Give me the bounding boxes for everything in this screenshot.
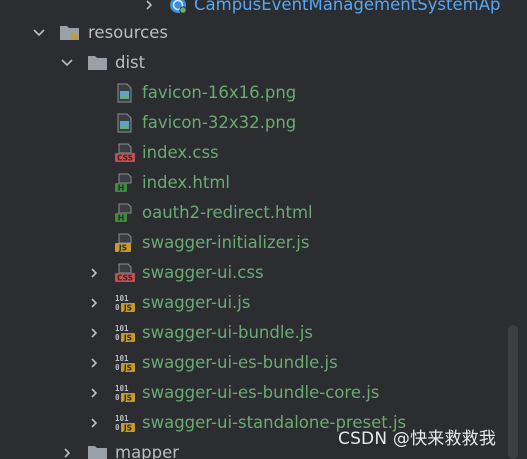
- chevron-right-icon[interactable]: [84, 288, 104, 318]
- tree-item-favicon-16[interactable]: favicon-16x16.png: [0, 78, 510, 108]
- css-file-icon: CSS: [114, 263, 135, 283]
- chevron-right-icon[interactable]: [84, 408, 104, 438]
- svg-text:H: H: [118, 214, 125, 223]
- svg-text:101: 101: [115, 294, 129, 303]
- binary-js-file-icon: 101 0 JS: [114, 323, 135, 343]
- tree-item-swagger-ui-js[interactable]: 101 0 JS swagger-ui.js: [0, 288, 510, 318]
- svg-text:JS: JS: [123, 394, 132, 403]
- svg-text:101: 101: [115, 384, 129, 393]
- svg-text:0: 0: [115, 393, 120, 402]
- chevron-right-icon[interactable]: [84, 318, 104, 348]
- image-file-icon: [114, 83, 134, 103]
- binary-js-file-icon: 101 0 JS: [114, 293, 135, 313]
- image-file-icon: [114, 113, 134, 133]
- tree-item-dist[interactable]: dist: [0, 48, 510, 78]
- chevron-right-icon[interactable]: [84, 378, 104, 408]
- svg-text:JS: JS: [123, 424, 132, 433]
- tree-item-label: swagger-ui-es-bundle-core.js: [142, 383, 380, 402]
- binary-js-file-icon: 101 0 JS: [114, 383, 135, 403]
- chevron-right-icon[interactable]: [84, 258, 104, 288]
- tree-item-oauth2-redirect[interactable]: H oauth2-redirect.html: [0, 198, 510, 228]
- svg-text:H: H: [118, 184, 125, 193]
- resources-folder-icon: [59, 23, 79, 43]
- html-file-icon: H: [114, 203, 134, 223]
- chevron-down-icon[interactable]: [29, 18, 49, 48]
- css-file-icon: CSS: [114, 143, 135, 163]
- tree-item-label: favicon-32x32.png: [142, 113, 297, 132]
- svg-text:101: 101: [115, 324, 129, 333]
- tree-item-label: swagger-ui.css: [142, 263, 264, 282]
- tree-item-label: index.html: [142, 173, 230, 192]
- svg-text:CSS: CSS: [117, 154, 133, 163]
- html-file-icon: H: [114, 173, 134, 193]
- chevron-right-icon[interactable]: [139, 0, 159, 20]
- binary-js-file-icon: 101 0 JS: [114, 353, 135, 373]
- tree-item-swagger-ui-css[interactable]: CSS swagger-ui.css: [0, 258, 510, 288]
- tree-item-label: mapper: [115, 443, 180, 459]
- tree-item-favicon-32[interactable]: favicon-32x32.png: [0, 108, 510, 138]
- spring-app-icon: [168, 0, 188, 15]
- tree-item-label: CampusEventManagementSystemAp: [194, 0, 501, 14]
- tree-item-label: oauth2-redirect.html: [142, 203, 313, 222]
- folder-icon: [87, 443, 107, 459]
- svg-text:JS: JS: [118, 244, 127, 253]
- project-tree: CampusEventManagementSystemAp resources …: [0, 0, 527, 459]
- tree-item-index-css[interactable]: CSS index.css: [0, 138, 510, 168]
- tree-item-campus-app[interactable]: CampusEventManagementSystemAp: [0, 0, 510, 20]
- svg-text:0: 0: [115, 303, 120, 312]
- js-file-icon: JS: [114, 233, 134, 253]
- tree-item-swagger-initializer[interactable]: JS swagger-initializer.js: [0, 228, 510, 258]
- tree-item-label: favicon-16x16.png: [142, 83, 297, 102]
- chevron-right-icon[interactable]: [84, 348, 104, 378]
- svg-text:0: 0: [115, 333, 120, 342]
- svg-text:101: 101: [115, 414, 129, 423]
- tree-item-label: swagger-ui-es-bundle.js: [142, 353, 338, 372]
- svg-text:JS: JS: [123, 334, 132, 343]
- tree-item-label: swagger-ui-bundle.js: [142, 323, 314, 342]
- tree-item-swagger-ui-es-bundle-core[interactable]: 101 0 JS swagger-ui-es-bundle-core.js: [0, 378, 510, 408]
- folder-icon: [87, 53, 107, 73]
- svg-text:101: 101: [115, 354, 129, 363]
- tree-item-index-html[interactable]: H index.html: [0, 168, 510, 198]
- tree-item-label: swagger-ui.js: [142, 293, 251, 312]
- tree-item-label: index.css: [142, 143, 219, 162]
- tree-item-label: dist: [115, 53, 146, 72]
- svg-text:CSS: CSS: [117, 274, 133, 283]
- svg-text:JS: JS: [123, 304, 132, 313]
- binary-js-file-icon: 101 0 JS: [114, 413, 135, 433]
- scrollbar-thumb[interactable]: [508, 325, 518, 459]
- tree-item-resources[interactable]: resources: [0, 18, 510, 48]
- svg-text:0: 0: [115, 423, 120, 432]
- tree-item-swagger-ui-bundle[interactable]: 101 0 JS swagger-ui-bundle.js: [0, 318, 510, 348]
- csdn-watermark: CSDN @快来救救我: [338, 429, 497, 449]
- tree-item-label: resources: [88, 23, 168, 42]
- chevron-down-icon[interactable]: [57, 48, 77, 78]
- chevron-right-icon[interactable]: [57, 438, 77, 459]
- tree-item-label: swagger-initializer.js: [142, 233, 310, 252]
- svg-text:JS: JS: [123, 364, 132, 373]
- vertical-scrollbar[interactable]: [503, 0, 527, 459]
- tree-item-swagger-ui-es-bundle[interactable]: 101 0 JS swagger-ui-es-bundle.js: [0, 348, 510, 378]
- svg-text:0: 0: [115, 363, 120, 372]
